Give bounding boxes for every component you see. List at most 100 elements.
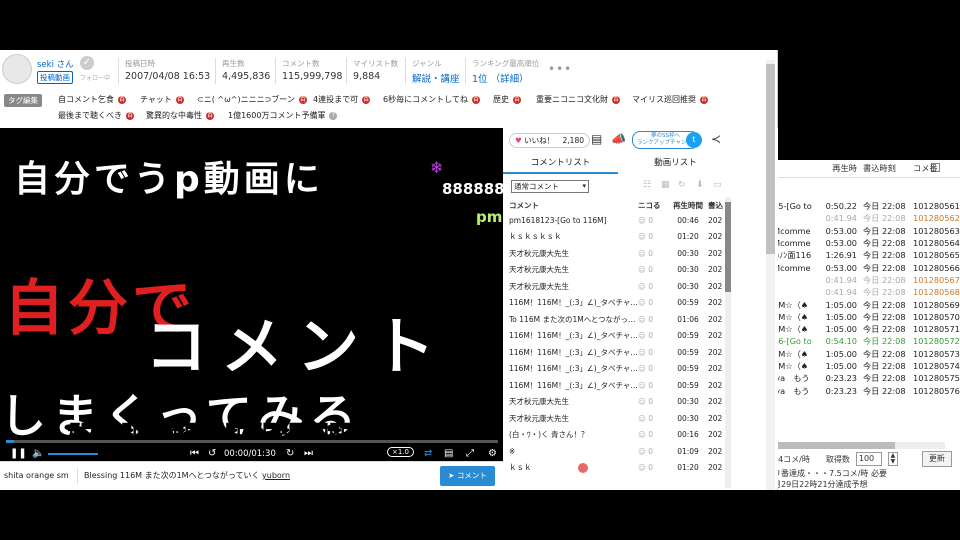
tag-item[interactable]: ⊂ニ( ^ω^)ニニニ⊃ブーン百 [197, 94, 307, 105]
nicoru-button[interactable]: ☺ 0 [638, 348, 668, 357]
comment-row[interactable]: 天才秋元康大先生 ☺ 0 00:30 202 [503, 245, 733, 262]
avatar[interactable] [2, 54, 32, 84]
nicoru-button[interactable]: ☺ 0 [638, 364, 668, 373]
reload-icon[interactable]: ↻ [678, 180, 686, 190]
follow-check-icon[interactable]: ✓ [80, 56, 94, 70]
video-player[interactable]: 自分でうp動画に ❄ 888888 pm 自分で コメント しまくってみる 長門… [0, 128, 503, 488]
comment-row[interactable]: To 116M また次の1Mへとつながっ… ☺ 0 01:06 202 [503, 311, 733, 328]
viewer-row[interactable]: Mcomme 0:53.00 今日 22:08 101280564 [773, 237, 960, 249]
skip-end-icon[interactable]: ⏭ [304, 448, 313, 459]
loop-icon[interactable]: ⇄ [424, 448, 432, 459]
comment-send-button[interactable]: ➤ コメント [440, 466, 495, 486]
viewer-row[interactable]: 0:41.94 今日 22:08 101280568 [773, 286, 960, 298]
viewer-row[interactable]: 6M☆（♠ 1:05.00 今日 22:08 101280574 [773, 360, 960, 372]
comment-list-scroll-thumb[interactable] [725, 202, 731, 292]
uploader-name[interactable]: seki さん [37, 58, 74, 70]
settings-icon[interactable]: ⚙ [488, 448, 497, 459]
volume-slider[interactable] [48, 453, 98, 455]
tag-item[interactable]: チャット百 [140, 94, 184, 105]
tag-item[interactable]: 重要ニコニコ文化財百 [536, 94, 620, 105]
nicoru-button[interactable]: ☺ 0 [638, 430, 668, 439]
playback-speed[interactable]: ×1.0 [387, 447, 414, 457]
viewer-row[interactable]: iya もう 0:23.23 今日 22:08 101280576 [773, 384, 960, 396]
like-button[interactable]: ♥ いいね！ 2,180 [509, 133, 590, 148]
nicoru-button[interactable]: ☺ 0 [638, 282, 668, 291]
comment-row[interactable]: 116M！116M！_(:3」∠)_タベチャ… ☺ 0 00:59 202 [503, 328, 733, 345]
viewer-hscrollbar[interactable] [773, 442, 945, 449]
comment-row[interactable]: ｋｓｋｓｋｓｋ ☺ 0 01:20 202 [503, 229, 733, 246]
nicoru-button[interactable]: ☺ 0 [638, 397, 668, 406]
comment-row[interactable]: 116M！116M！_(:3」∠)_タベチャ… ☺ 0 00:59 202 [503, 344, 733, 361]
viewer-hscroll-thumb[interactable] [773, 442, 895, 449]
comment-row[interactable]: 天才秋元康大先生 ☺ 0 00:30 202 [503, 394, 733, 411]
viewer-row[interactable]: 0:41.94 今日 22:08 101280567 [773, 274, 960, 286]
share-icon[interactable]: ≺ [711, 132, 721, 146]
viewer-row[interactable]: 6M☆（♠ 1:05.00 今日 22:08 101280571 [773, 323, 960, 335]
comment-row[interactable]: 116M！116M！_(:3」∠)_タベチャ… ☺ 0 00:59 202 [503, 377, 733, 394]
seek-bar[interactable] [6, 440, 498, 443]
page-scroll-thumb[interactable] [766, 64, 775, 254]
tab-comment-list[interactable]: コメントリスト [503, 154, 618, 174]
more-icon[interactable]: ••• [548, 62, 572, 76]
viewer-col-no[interactable]: コメ番 [913, 162, 960, 174]
comment-toggle-icon[interactable]: ▤ [444, 448, 453, 459]
tag-item[interactable]: 驚異的な中毒性百 [146, 110, 214, 121]
viewer-row[interactable]: iya もう 0:23.23 今日 22:08 101280575 [773, 372, 960, 384]
viewer-col-vpos[interactable]: 再生時 [823, 162, 863, 174]
nicoru-button[interactable]: ☺ 0 [638, 463, 668, 472]
viewer-row[interactable]: 6M☆（♠ 1:05.00 今日 22:08 101280570 [773, 311, 960, 323]
viewer-row[interactable]: 6M☆（♠ 1:05.00 今日 22:08 101280569 [773, 298, 960, 310]
comment-list-scrollbar[interactable] [725, 198, 731, 488]
nicoru-button[interactable]: ☺ 0 [638, 216, 668, 225]
nicoru-button[interactable]: ☺ 0 [638, 447, 668, 456]
comment-row[interactable]: ｋｓｋ ☺ 0 01:20 202 [503, 460, 733, 477]
viewer-col-time[interactable]: 書込時刻 [863, 162, 913, 174]
viewer-row[interactable]: 6M☆（♠ 1:05.00 今日 22:08 101280573 [773, 348, 960, 360]
download-icon[interactable]: ⬇ [696, 180, 704, 190]
pause-icon[interactable]: ❚❚ [10, 448, 27, 459]
nicoru-button[interactable]: ☺ 0 [638, 331, 668, 340]
viewer-row[interactable]: 0:41.94 今日 22:08 101280562 [773, 212, 960, 224]
nicoru-button[interactable]: ☺ 0 [638, 414, 668, 423]
comment-row[interactable]: 天才秋元康大先生 ☺ 0 00:30 202 [503, 278, 733, 295]
comment-row[interactable]: 116M！116M！_(:3」∠)_タベチャ… ☺ 0 00:59 202 [503, 361, 733, 378]
nicoru-button[interactable]: ☺ 0 [638, 315, 668, 324]
stat-genre[interactable]: ジャンル 解説・講座 [412, 58, 460, 85]
nicoru-button[interactable]: ☺ 0 [638, 265, 668, 274]
tag-item[interactable]: 6秒毎にコメントしてね百 [383, 94, 480, 105]
uploader-videos-link[interactable]: 投稿動画 [37, 71, 73, 84]
volume-icon[interactable]: 🔈 [32, 448, 44, 459]
video-frame[interactable]: 自分でうp動画に ❄ 888888 pm 自分で コメント しまくってみる 長門… [0, 128, 503, 443]
comment-row[interactable]: 116M！116M！_(:3」∠)_タベチャ… ☺ 0 00:59 202 [503, 295, 733, 312]
comment-filter-select[interactable]: 通常コメント ▾ [511, 180, 589, 193]
viewer-row[interactable]: Mcomme 0:53.00 今日 22:08 101280566 [773, 261, 960, 273]
viewer-row[interactable]: 26-[Go to 0:54.10 今日 22:08 101280572 [773, 335, 960, 347]
col-comment[interactable]: コメント [503, 200, 638, 211]
comment-row[interactable]: (白・ﾜ・)く 青さん！？ ☺ 0 00:16 202 [503, 427, 733, 444]
ad-megaphone-icon[interactable]: 📣 [611, 132, 626, 146]
mylist-add-icon[interactable]: ▤ [591, 132, 602, 146]
fetch-count-spinner[interactable]: ▲ ▼ [887, 452, 898, 466]
tag-item[interactable]: 最後まで聴くべき百 [58, 110, 134, 121]
comment-row[interactable]: 天才秋元康大先生 ☺ 0 00:30 202 [503, 262, 733, 279]
tab-video-list[interactable]: 動画リスト [618, 154, 733, 174]
tag-item[interactable]: 1億1600万コメント予備軍? [228, 110, 338, 121]
tag-item[interactable]: 4連投まで可百 [313, 94, 371, 105]
nicoru-button[interactable]: ☺ 0 [638, 232, 668, 241]
viewer-row[interactable]: -)ﾉﾝ面116 1:26.91 今日 22:08 101280565 [773, 249, 960, 261]
fullscreen-icon[interactable]: ⤢ [466, 448, 474, 459]
nicoru-button[interactable]: ☺ 0 [638, 381, 668, 390]
fetch-count-input[interactable]: 100 [855, 452, 882, 466]
comment-bubble-icon[interactable]: ▭ [713, 180, 722, 190]
tag-item[interactable]: 自コメント乞食百 [58, 94, 126, 105]
col-vpos[interactable]: 再生時間 [668, 200, 708, 211]
comment-input[interactable]: Blessing 116M また次の1Mへとつながっていく yuborn [84, 468, 434, 484]
stat-ranking[interactable]: ランキング最高順位 1位 （詳細） [472, 58, 539, 85]
comment-row[interactable]: pm1618123-[Go to 116M] ☺ 0 00:46 202 [503, 212, 733, 229]
viewer-row[interactable]: 25-[Go to 0:50.22 今日 22:08 101280561 [773, 200, 960, 212]
comment-row[interactable]: 天才秋元康大先生 ☺ 0 00:30 202 [503, 410, 733, 427]
page-scrollbar[interactable] [766, 60, 775, 490]
tag-edit-button[interactable]: タグ編集 [4, 94, 42, 107]
skip-start-icon[interactable]: ⏮ [190, 448, 199, 459]
nicoru-button[interactable]: ☺ 0 [638, 249, 668, 258]
